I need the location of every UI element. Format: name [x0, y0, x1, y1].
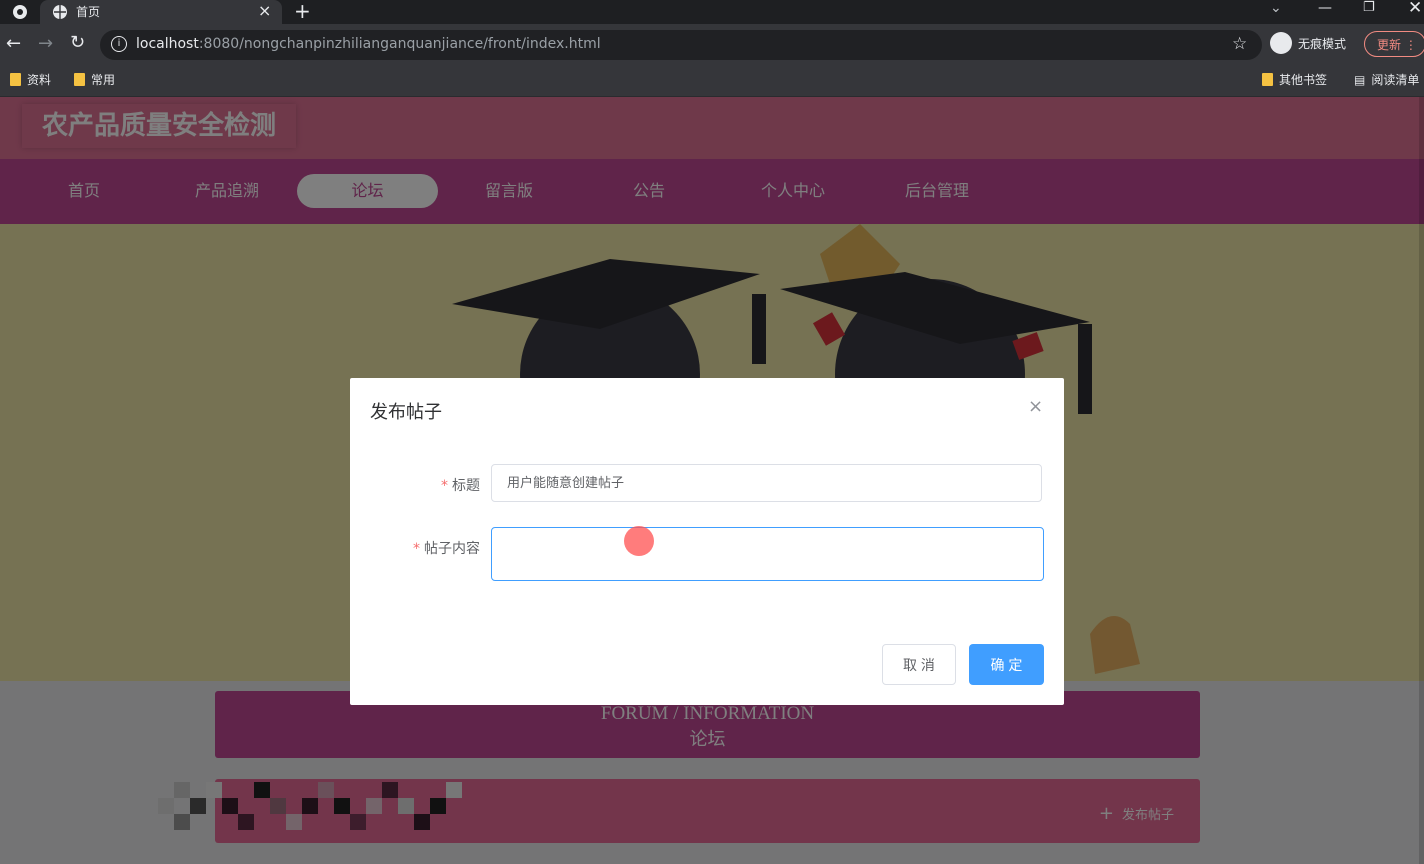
new-tab-icon[interactable]: +: [294, 0, 311, 23]
minimize-icon[interactable]: —: [1318, 0, 1332, 16]
forward-icon[interactable]: →: [38, 33, 53, 54]
update-button[interactable]: 更新 ⋮: [1364, 31, 1424, 57]
globe-icon: [53, 5, 67, 19]
folder-icon: [10, 73, 21, 86]
browser-tab-active[interactable]: 首页 ×: [40, 0, 282, 24]
confirm-button[interactable]: 确 定: [969, 644, 1044, 685]
reload-icon[interactable]: ↻: [70, 32, 85, 53]
publish-post-dialog: 发布帖子 × * 标题 用户能随意创建帖子 * 帖子内容 取 消 确 定: [350, 378, 1064, 705]
folder-icon: [1262, 73, 1273, 86]
page-scrollbar[interactable]: [1419, 97, 1424, 864]
close-icon[interactable]: ×: [1028, 396, 1043, 417]
cancel-button[interactable]: 取 消: [882, 644, 956, 685]
window-close-icon[interactable]: ✕: [1408, 0, 1422, 18]
content-label: * 帖子内容: [413, 541, 480, 557]
title-label: * 标题: [441, 478, 480, 494]
info-icon[interactable]: i: [111, 36, 127, 52]
tab-close-icon[interactable]: ×: [258, 1, 271, 20]
incognito-label: 无痕模式: [1298, 36, 1347, 51]
browser-toolbar: ← → ↻ i localhost:8080/nongchanpinzhilia…: [0, 24, 1424, 66]
dialog-title: 发布帖子: [370, 402, 442, 423]
bookmark-folder-other[interactable]: 其他书签: [1262, 71, 1327, 88]
bookmark-folder-changyong[interactable]: 常用: [74, 71, 115, 88]
bookmark-star-icon[interactable]: ☆: [1232, 34, 1247, 54]
title-input[interactable]: 用户能随意创建帖子: [491, 464, 1042, 502]
bookmark-folder-ziliao[interactable]: 资料: [10, 71, 51, 88]
back-icon[interactable]: ←: [6, 33, 21, 54]
url-text: localhost:8080/nongchanpinzhilianganquan…: [136, 36, 601, 52]
incognito-indicator[interactable]: 无痕模式: [1270, 32, 1346, 54]
bookmarks-bar: 资料 常用 其他书签 ▤ 阅读清单: [0, 66, 1424, 97]
reading-list[interactable]: ▤ 阅读清单: [1354, 71, 1419, 88]
tab-search-chevron-icon[interactable]: ⌄: [1270, 0, 1282, 16]
browser-tab-bar: 首页 × + ⌄ — ❐ ✕: [0, 0, 1424, 24]
click-indicator: [624, 526, 654, 556]
tab-title: 首页: [76, 5, 101, 19]
incognito-icon: [1270, 32, 1292, 54]
restore-icon[interactable]: ❐: [1363, 0, 1375, 15]
address-bar[interactable]: i localhost:8080/nongchanpinzhilianganqu…: [100, 30, 1262, 60]
reading-list-icon: ▤: [1354, 72, 1366, 87]
browser-menu-button[interactable]: [0, 0, 40, 24]
folder-icon: [74, 73, 85, 86]
globe-icon: [13, 5, 27, 19]
content-textarea[interactable]: [491, 527, 1044, 581]
